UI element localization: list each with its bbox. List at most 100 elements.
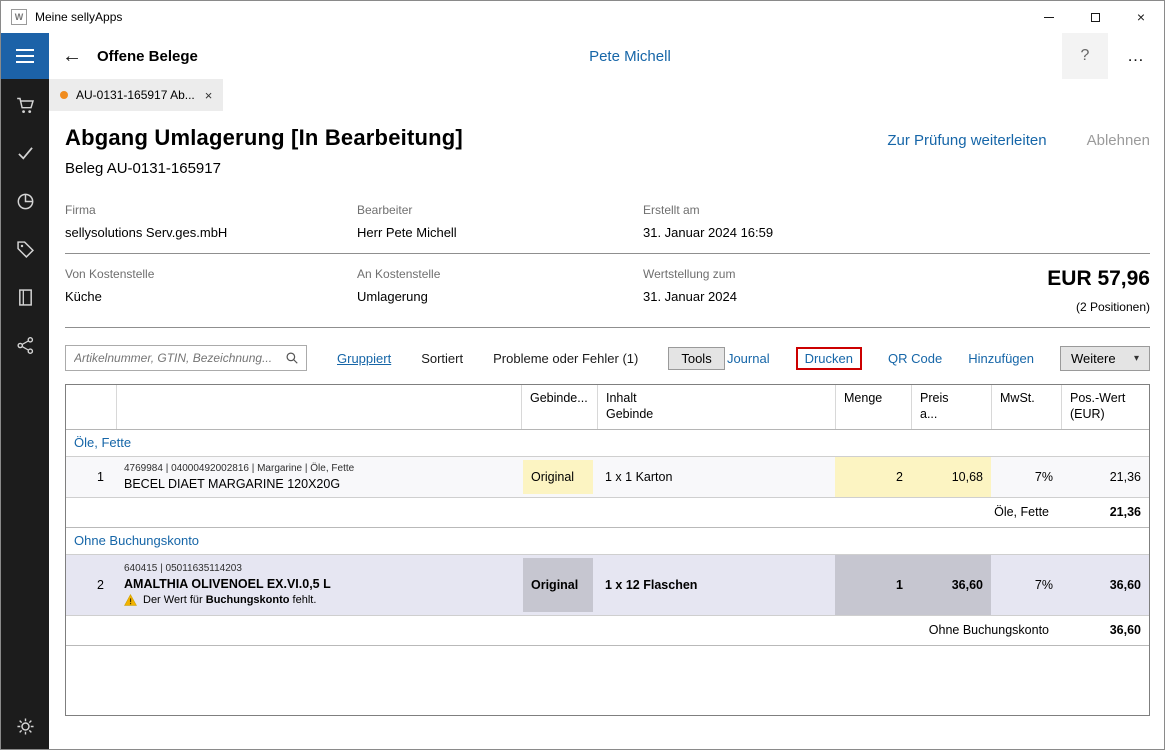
- field-label: Von Kostenstelle: [65, 267, 357, 281]
- reject-link[interactable]: Ablehnen: [1087, 132, 1150, 149]
- back-button[interactable]: ←: [49, 45, 95, 68]
- subtotal-value: 36,60: [1061, 616, 1149, 645]
- header-mwst[interactable]: MwSt.: [991, 385, 1061, 429]
- help-button[interactable]: ?: [1062, 33, 1108, 79]
- inhalt-cell: 1 x 12 Flaschen: [597, 555, 835, 615]
- maximize-button[interactable]: [1072, 1, 1118, 33]
- header-menge[interactable]: Menge: [835, 385, 911, 429]
- document-title: Abgang Umlagerung [In Bearbeitung]: [65, 125, 463, 151]
- field-value: Umlagerung: [357, 289, 643, 304]
- table-row-selected[interactable]: 2 640415 | 05011635114203 AMALTHIA OLIVE…: [66, 555, 1149, 616]
- document-panel: Abgang Umlagerung [In Bearbeitung] Zur P…: [49, 111, 1164, 749]
- app-window: W Meine sellyApps × ← Offene Belege Pete…: [0, 0, 1165, 750]
- close-button[interactable]: ×: [1118, 1, 1164, 33]
- hinzufuegen-link[interactable]: Hinzufügen: [968, 351, 1034, 366]
- maximize-icon: [1091, 13, 1100, 22]
- group-subtotal-row: Öle, Fette 21,36: [66, 498, 1149, 528]
- gebinde-cell[interactable]: Original: [521, 457, 597, 497]
- article-meta: 640415 | 05011635114203: [124, 563, 513, 574]
- article-meta: 4769984 | 04000492002816 | Margarine | Ö…: [124, 463, 513, 474]
- search-icon[interactable]: [285, 351, 299, 365]
- pie-chart-icon[interactable]: [15, 191, 36, 212]
- field-label: Erstellt am: [643, 203, 910, 217]
- titlebar: W Meine sellyApps ×: [1, 1, 1164, 33]
- document-total: EUR 57,96 (2 Positionen): [910, 267, 1150, 314]
- row-warning: Der Wert für Buchungskonto fehlt.: [124, 594, 513, 606]
- checkmark-icon[interactable]: [15, 143, 36, 164]
- drucken-link[interactable]: Drucken: [805, 351, 853, 366]
- tag-icon[interactable]: [15, 239, 36, 260]
- preis-cell[interactable]: 10,68: [911, 457, 991, 497]
- field-value: Herr Pete Michell: [357, 225, 643, 240]
- subtotal-value: 21,36: [1061, 498, 1149, 527]
- gebinde-chip[interactable]: Original: [523, 460, 593, 494]
- weitere-label: Weitere: [1071, 351, 1116, 366]
- positions-table: Gebinde... Inhalt Gebinde Menge Preis a.…: [65, 384, 1150, 716]
- row-description: 4769984 | 04000492002816 | Margarine | Ö…: [116, 457, 521, 497]
- tab-close-icon[interactable]: ×: [205, 88, 213, 103]
- menge-cell[interactable]: 1: [835, 555, 911, 615]
- header-num: [66, 385, 116, 429]
- sortiert-link[interactable]: Sortiert: [421, 351, 463, 366]
- group-header-oele-fette: Öle, Fette: [66, 430, 1149, 457]
- content-area: AU-0131-165917 Ab... × Abgang Umlagerung…: [49, 79, 1164, 749]
- journal-link[interactable]: Journal: [727, 351, 770, 366]
- table-row[interactable]: 1 4769984 | 04000492002816 | Margarine |…: [66, 457, 1149, 498]
- tools-button[interactable]: Tools: [668, 347, 724, 370]
- document-actions: Zur Prüfung weiterleiten Ablehnen: [887, 125, 1150, 149]
- gruppiert-link[interactable]: Gruppiert: [337, 351, 391, 366]
- qr-code-link[interactable]: QR Code: [888, 351, 942, 366]
- menge-cell[interactable]: 2: [835, 457, 911, 497]
- document-number: Beleg AU-0131-165917: [65, 160, 1150, 177]
- mwst-cell: 7%: [991, 555, 1061, 615]
- app-logo-icon: W: [11, 9, 27, 25]
- minimize-button[interactable]: [1026, 1, 1072, 33]
- field-firma: Firma sellysolutions Serv.ges.mbH: [65, 203, 357, 240]
- probleme-fehler-link[interactable]: Probleme oder Fehler (1): [493, 351, 638, 366]
- tab-bar: AU-0131-165917 Ab... ×: [49, 79, 1164, 111]
- total-amount: EUR 57,96: [910, 267, 1150, 291]
- group-header-ohne-buchungskonto: Ohne Buchungskonto: [66, 528, 1149, 555]
- preis-cell[interactable]: 36,60: [911, 555, 991, 615]
- subtotal-label: Öle, Fette: [66, 498, 1061, 527]
- row-number: 1: [66, 457, 116, 497]
- shopping-cart-icon[interactable]: [15, 95, 36, 116]
- header-inhalt[interactable]: Inhalt Gebinde: [597, 385, 835, 429]
- pos-wert-cell: 21,36: [1061, 457, 1149, 497]
- hamburger-menu-button[interactable]: [1, 33, 49, 79]
- warning-text: Der Wert für Buchungskonto fehlt.: [143, 594, 316, 606]
- field-value: sellysolutions Serv.ges.mbH: [65, 225, 357, 240]
- field-von-kostenstelle: Von Kostenstelle Küche: [65, 267, 357, 314]
- table-header-row: Gebinde... Inhalt Gebinde Menge Preis a.…: [66, 385, 1149, 430]
- search-input[interactable]: [74, 351, 285, 365]
- close-icon: ×: [1137, 9, 1145, 25]
- document-tab[interactable]: AU-0131-165917 Ab... ×: [49, 79, 223, 111]
- forward-review-link[interactable]: Zur Prüfung weiterleiten: [887, 132, 1046, 149]
- user-name[interactable]: Pete Michell: [198, 48, 1062, 65]
- field-label: Bearbeiter: [357, 203, 643, 217]
- article-name: BECEL DIAET MARGARINE 120X20G: [124, 477, 513, 491]
- field-erstellt-am: Erstellt am 31. Januar 2024 16:59: [643, 203, 910, 240]
- field-value: 31. Januar 2024 16:59: [643, 225, 910, 240]
- share-icon[interactable]: [15, 335, 36, 356]
- settings-gear-icon[interactable]: [15, 716, 36, 737]
- pos-wert-cell: 36,60: [1061, 555, 1149, 615]
- article-search-box[interactable]: [65, 345, 307, 371]
- header-pos-wert[interactable]: Pos.-Wert (EUR): [1061, 385, 1149, 429]
- fields-row-2: Von Kostenstelle Küche An Kostenstelle U…: [65, 254, 1150, 328]
- chevron-down-icon: ▾: [1134, 353, 1139, 364]
- fields-row-1: Firma sellysolutions Serv.ges.mbH Bearbe…: [65, 190, 1150, 254]
- gebinde-chip[interactable]: Original: [523, 558, 593, 612]
- window-controls: ×: [1026, 1, 1164, 33]
- row-number: 2: [66, 555, 116, 615]
- header-preis[interactable]: Preis a...: [911, 385, 991, 429]
- more-options-button[interactable]: …: [1108, 46, 1164, 66]
- mwst-cell: 7%: [991, 457, 1061, 497]
- weitere-dropdown[interactable]: Weitere ▾: [1060, 346, 1150, 371]
- gebinde-cell[interactable]: Original: [521, 555, 597, 615]
- hamburger-icon: [16, 49, 34, 51]
- page-title: Offene Belege: [97, 48, 198, 65]
- toolbar-right-group: Journal Drucken QR Code Hinzufügen Weite…: [727, 346, 1150, 371]
- book-icon[interactable]: [15, 287, 36, 308]
- header-gebinde[interactable]: Gebinde...: [521, 385, 597, 429]
